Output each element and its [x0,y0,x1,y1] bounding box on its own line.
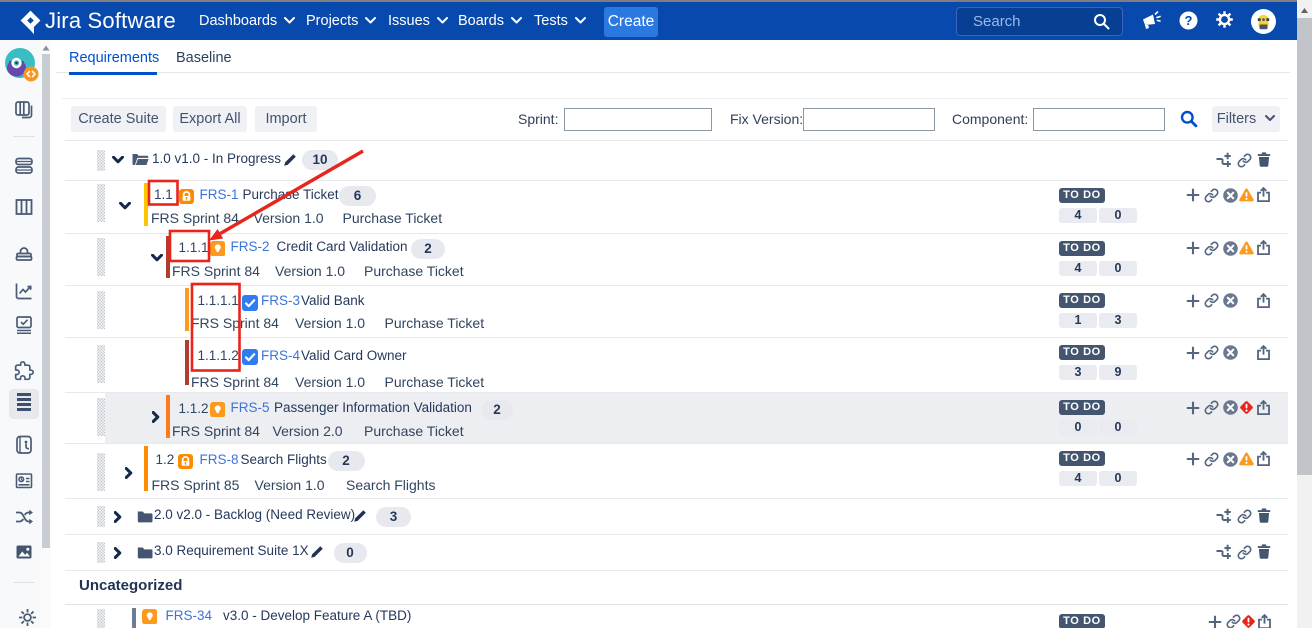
svg-text:?: ? [1185,13,1193,28]
